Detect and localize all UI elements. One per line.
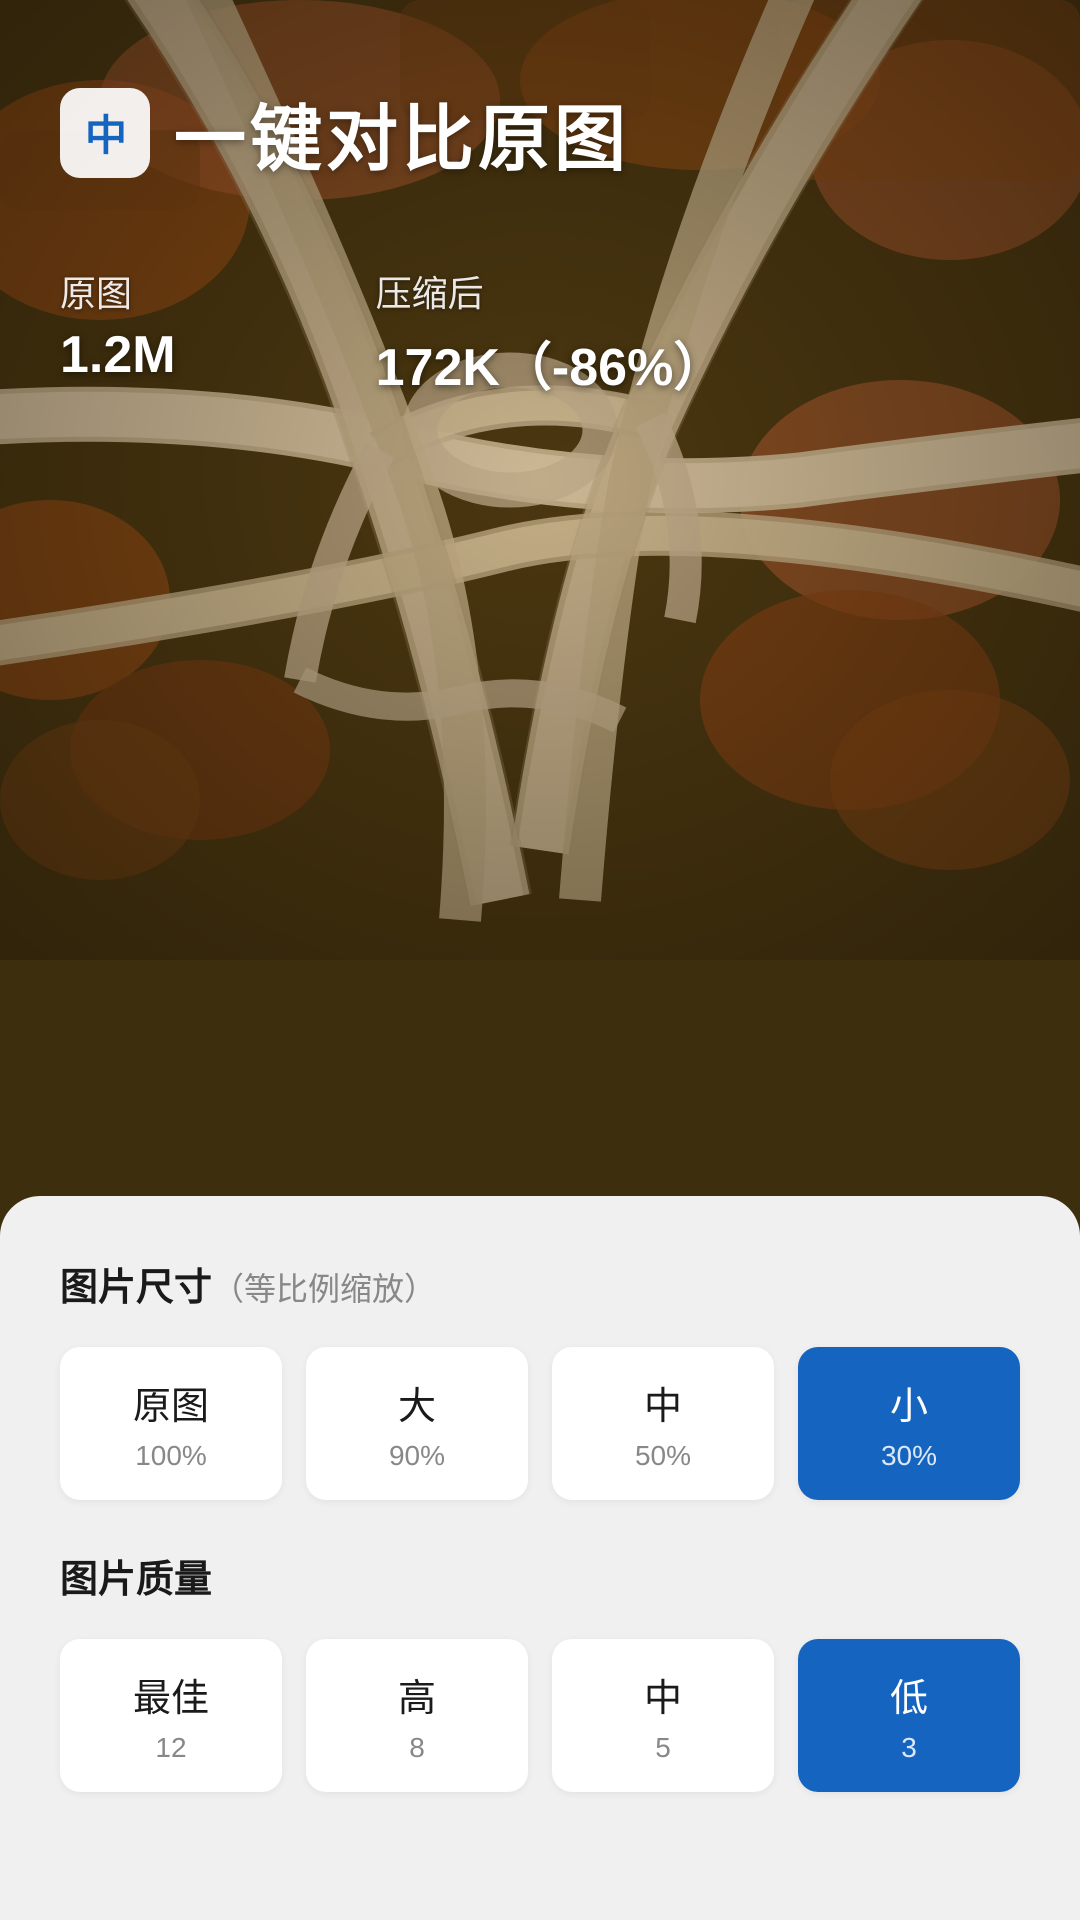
size-opt-value: 90%: [389, 1440, 445, 1472]
original-stat: 原图 1.2M: [60, 265, 176, 400]
quality-opt-value: 8: [409, 1732, 425, 1764]
size-option-小[interactable]: 小 30%: [798, 1347, 1020, 1500]
size-section-subtitle: （等比例缩放）: [212, 1271, 436, 1307]
size-option-中[interactable]: 中 50%: [552, 1347, 774, 1500]
app-header: 中 一键对比原图: [60, 80, 1020, 185]
size-section-header: 图片尺寸（等比例缩放）: [60, 1256, 1020, 1311]
app-title: 一键对比原图: [174, 80, 630, 185]
size-opt-value: 50%: [635, 1440, 691, 1472]
quality-option-中[interactable]: 中5: [552, 1639, 774, 1792]
size-option-原图[interactable]: 原图 100%: [60, 1347, 282, 1500]
size-opt-label: 中: [644, 1375, 682, 1430]
size-opt-label: 小: [890, 1375, 928, 1430]
compressed-label: 压缩后: [376, 265, 726, 317]
size-opt-value: 100%: [135, 1440, 207, 1472]
app-icon: 中: [60, 88, 150, 178]
quality-option-最佳[interactable]: 最佳 12: [60, 1639, 282, 1792]
size-opt-label: 原图: [133, 1375, 209, 1430]
quality-section-title: 图片质量: [60, 1559, 212, 1601]
original-value: 1.2M: [60, 325, 176, 385]
size-options-grid: 原图 100% 大 90% 中 50% 小 30%: [60, 1347, 1020, 1500]
original-label: 原图: [60, 265, 176, 317]
bottom-panel: 图片尺寸（等比例缩放） 原图 100% 大 90% 中 50% 小 30% 图片质量 最佳 12…: [0, 1196, 1080, 1920]
quality-section-header: 图片质量: [60, 1548, 1020, 1603]
quality-options-grid: 最佳12高8中5低3: [60, 1639, 1020, 1792]
quality-opt-value: 3: [901, 1732, 917, 1764]
size-option-大[interactable]: 大 90%: [306, 1347, 528, 1500]
top-overlay: 中 一键对比原图 原图 1.2M 压缩后 172K（-86%）: [0, 0, 1080, 400]
compressed-stat: 压缩后 172K（-86%）: [376, 265, 726, 400]
quality-opt-label: 高: [398, 1667, 436, 1722]
size-opt-value: 30%: [881, 1440, 937, 1472]
app-icon-text: 中: [85, 102, 125, 163]
quality-option-高[interactable]: 高8: [306, 1639, 528, 1792]
stats-row: 原图 1.2M 压缩后 172K（-86%）: [60, 265, 1020, 400]
quality-option-低[interactable]: 低3: [798, 1639, 1020, 1792]
compressed-value: 172K（-86%）: [376, 325, 726, 400]
size-opt-label: 大: [398, 1375, 436, 1430]
quality-opt-label: 低: [890, 1667, 928, 1722]
size-section-title: 图片尺寸（等比例缩放）: [60, 1267, 436, 1309]
quality-opt-label: 最佳: [133, 1667, 209, 1722]
quality-opt-label: 中: [644, 1667, 682, 1722]
quality-opt-value: 5: [655, 1732, 671, 1764]
quality-opt-value: 12: [155, 1732, 186, 1764]
